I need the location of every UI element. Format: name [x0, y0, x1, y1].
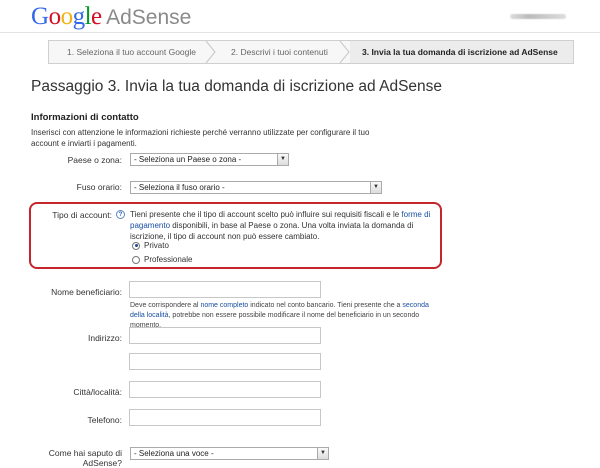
- step-2: 2. Descrivi i tuoi contenuti: [219, 41, 341, 63]
- account-type-note-text-2: disponibili, in base al Paese o zona. Un…: [130, 221, 414, 241]
- step-2-label: 2. Descrivi i tuoi contenuti: [231, 47, 328, 57]
- step-1: 1. Seleziona il tuo account Google: [49, 41, 211, 63]
- radio-private[interactable]: [132, 241, 140, 250]
- address-line1-input[interactable]: [129, 327, 321, 344]
- google-wordmark: Google: [31, 3, 102, 30]
- chevron-down-icon: ▼: [277, 154, 288, 165]
- full-name-link[interactable]: nome completo: [200, 302, 248, 309]
- account-type-note-text: Tieni presente che il tipo di account sc…: [130, 210, 402, 219]
- step-1-label: 1. Seleziona il tuo account Google: [67, 47, 197, 57]
- step-3: 3. Invia la tua domanda di iscrizione ad…: [350, 41, 573, 63]
- account-type-private-option[interactable]: Privato: [132, 240, 169, 251]
- radio-business-label: Professionale: [144, 255, 193, 264]
- phone-label: Telefono:: [87, 415, 123, 425]
- country-label: Paese o zona:: [67, 155, 122, 165]
- section-title: Informazioni di contatto: [31, 112, 139, 123]
- step-breadcrumb: 1. Seleziona il tuo account Google 2. De…: [48, 40, 574, 64]
- payee-name-input[interactable]: [129, 281, 321, 298]
- timezone-label: Fuso orario:: [76, 182, 122, 192]
- payee-hint-text: Deve corrispondere al: [130, 302, 201, 309]
- radio-private-label: Privato: [144, 241, 169, 250]
- address-line2-input[interactable]: [129, 353, 321, 370]
- adsense-logo[interactable]: Google AdSense: [31, 3, 191, 31]
- payee-label: Nome beneficiario:: [51, 287, 122, 297]
- phone-input[interactable]: [129, 409, 321, 426]
- adsense-wordmark: AdSense: [106, 6, 192, 29]
- referral-label: Come hai saputo di AdSense?: [48, 448, 122, 468]
- address-label: Indirizzo:: [87, 333, 122, 343]
- account-email[interactable]: [510, 14, 566, 19]
- timezone-select[interactable]: - Seleziona il fuso orario - ▼: [130, 181, 382, 194]
- radio-business[interactable]: [132, 255, 140, 264]
- header-divider: [0, 32, 600, 33]
- country-select-value: - Seleziona un Paese o zona -: [134, 155, 242, 164]
- referral-select[interactable]: - Seleziona una voce - ▼: [130, 447, 329, 460]
- referral-select-value: - Seleziona una voce -: [134, 449, 214, 458]
- city-input[interactable]: [129, 381, 321, 398]
- help-icon[interactable]: ?: [116, 210, 125, 219]
- chevron-down-icon: ▼: [317, 448, 328, 459]
- chevron-right-icon: [205, 41, 216, 63]
- page-title: Passaggio 3. Invia la tua domanda di isc…: [31, 78, 443, 95]
- country-select[interactable]: - Seleziona un Paese o zona - ▼: [130, 153, 289, 166]
- account-type-note: Tieni presente che il tipo di account sc…: [130, 209, 440, 242]
- intro-text: Inserisci con attenzione le informazioni…: [31, 128, 370, 148]
- account-type-label: Tipo di account:: [52, 210, 112, 220]
- city-label: Città/località:: [73, 387, 122, 397]
- payee-hint-text-2: indicato nel conto bancario. Tieni prese…: [248, 302, 403, 309]
- timezone-select-value: - Seleziona il fuso orario -: [134, 183, 225, 192]
- chevron-down-icon: ▼: [370, 182, 381, 193]
- account-type-business-option[interactable]: Professionale: [132, 254, 192, 265]
- step-3-label: 3. Invia la tua domanda di iscrizione ad…: [362, 47, 558, 57]
